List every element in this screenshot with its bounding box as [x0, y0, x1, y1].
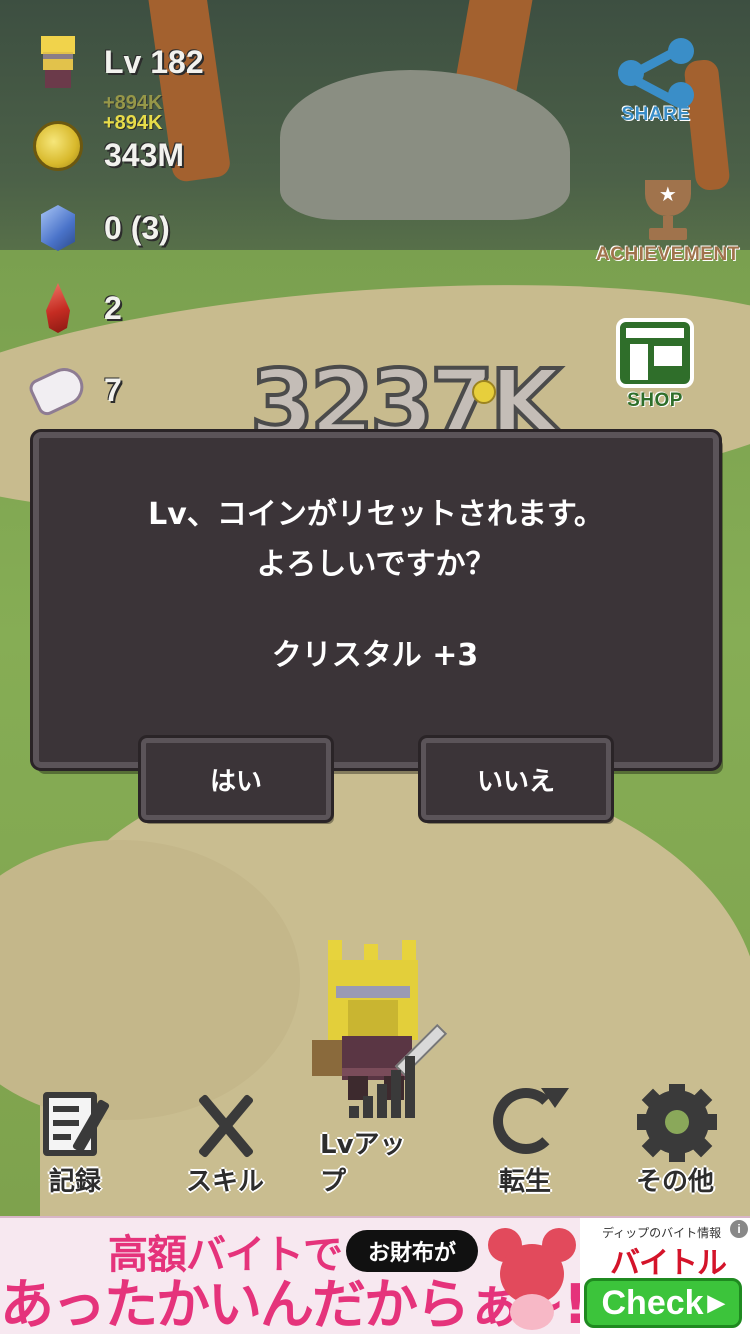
- share-icon: [616, 38, 696, 108]
- achievement-label: ACHIEVEMENT: [596, 244, 740, 265]
- dialog-message-line: よろしいですか？: [256, 547, 496, 582]
- rebirth-confirm-dialog: Lv、コインがリセットされます。 よろしいですか？: [33, 432, 719, 768]
- ruby-stat: 2: [30, 280, 122, 336]
- tap-value: 7: [104, 371, 122, 408]
- achievement-button[interactable]: ★ ACHIEVEMENT: [596, 180, 740, 266]
- level-stat: Lv 182: [30, 34, 204, 90]
- ruby-value: 2: [104, 289, 122, 326]
- menu-other-button[interactable]: その他: [620, 1084, 730, 1198]
- gear-icon: [633, 1084, 717, 1162]
- tap-stat: 7: [26, 361, 122, 419]
- shop-icon: [616, 318, 694, 388]
- ad-mascot-icon: [484, 1224, 580, 1332]
- hero-portrait-icon: [30, 34, 86, 90]
- ad-info-icon[interactable]: i: [730, 1220, 748, 1238]
- ad-check-label: Check: [601, 1283, 704, 1322]
- menu-label: 転生: [498, 1167, 551, 1197]
- ad-brand-logo: バイトル: [610, 1246, 727, 1281]
- shop-button[interactable]: SHOP: [616, 318, 694, 412]
- share-button[interactable]: SHARE: [616, 38, 696, 126]
- ad-check-button[interactable]: Check ▶: [584, 1278, 742, 1328]
- menu-label: その他: [635, 1167, 714, 1197]
- crystal-icon: [30, 200, 86, 256]
- ad-brand-panel[interactable]: ディップのバイト情報 バイトル Check ▶: [580, 1218, 750, 1334]
- coin-icon: [30, 118, 86, 174]
- shop-label: SHOP: [627, 390, 683, 411]
- dropped-coin-icon: [472, 380, 496, 404]
- coin-stat: 343M: [30, 118, 184, 174]
- play-arrow-icon: ▶: [707, 1290, 725, 1315]
- menu-record-button[interactable]: 記録: [20, 1088, 130, 1198]
- pointing-hand-icon: [26, 361, 90, 419]
- ruby-icon: [30, 280, 86, 336]
- coin-value: 343M: [104, 136, 185, 173]
- trophy-icon: ★: [633, 180, 703, 242]
- yes-button[interactable]: はい: [141, 738, 331, 820]
- level-up-bars-icon: [333, 1056, 417, 1122]
- menu-label: スキル: [185, 1167, 264, 1197]
- crossed-swords-icon: [183, 1088, 267, 1159]
- dialog-message: Lv、コインがリセットされます。 よろしいですか？: [39, 490, 713, 590]
- record-icon: [33, 1088, 117, 1159]
- dialog-message-line: Lv、コインがリセットされます。: [148, 497, 604, 532]
- menu-skill-button[interactable]: スキル: [170, 1088, 280, 1198]
- menu-label: 記録: [48, 1167, 101, 1197]
- menu-label: Lvアップ: [320, 1130, 406, 1197]
- ad-banner[interactable]: 高額バイトで お財布が あったかいんだからぁ~! ディップのバイト情報 バイトル…: [0, 1216, 750, 1334]
- rebirth-icon: [483, 1088, 569, 1159]
- dialog-reward-text: クリスタル +3: [271, 638, 479, 673]
- crystal-value: 0 (3): [104, 209, 170, 246]
- menu-levelup-button[interactable]: Lvアップ: [320, 1056, 430, 1198]
- menu-rebirth-button[interactable]: 転生: [470, 1088, 580, 1198]
- no-button[interactable]: いいえ: [421, 738, 611, 820]
- crystal-stat: 0 (3): [30, 200, 170, 256]
- level-value: Lv 182: [104, 43, 204, 80]
